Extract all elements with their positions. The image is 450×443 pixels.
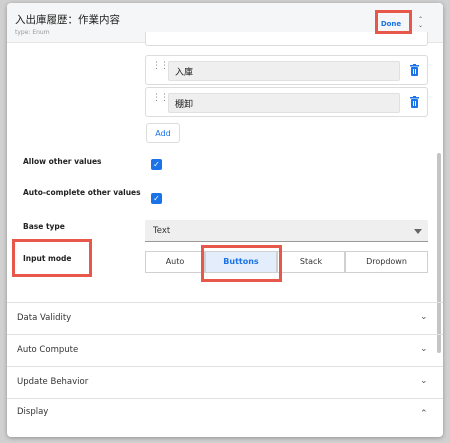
base-type-label: Base type (23, 222, 65, 231)
input-mode-dropdown[interactable]: Dropdown (345, 251, 428, 273)
value-row-partial (145, 32, 428, 46)
done-button[interactable]: Done (380, 18, 402, 29)
chevron-up-icon[interactable]: ⌃ (420, 409, 428, 419)
base-type-value: Text (153, 226, 171, 236)
allow-other-label: Allow other values (23, 157, 102, 166)
drag-handle-icon[interactable]: ⋮⋮ (152, 94, 169, 107)
section-auto-compute[interactable]: Auto Compute (17, 345, 78, 355)
value-row: ⋮⋮ 入庫 (145, 55, 428, 85)
dropdown-caret-icon (414, 229, 422, 234)
allow-other-checkbox[interactable]: ✓ (151, 159, 162, 170)
trash-icon[interactable] (410, 96, 419, 108)
section-data-validity[interactable]: Data Validity (17, 313, 71, 323)
divider (7, 366, 443, 367)
base-type-select[interactable]: Text (145, 220, 428, 242)
input-mode-buttons[interactable]: Buttons (205, 251, 277, 273)
column-type: type: Enum (15, 29, 50, 36)
autocomplete-label: Auto-complete other values (23, 188, 141, 197)
trash-icon[interactable] (410, 64, 419, 76)
section-update-behavior[interactable]: Update Behavior (17, 377, 88, 387)
divider (7, 398, 443, 399)
input-mode-stack[interactable]: Stack (277, 251, 345, 273)
add-value-button[interactable]: Add (146, 123, 180, 143)
chevron-down-icon[interactable]: ⌄ (420, 376, 428, 386)
section-display[interactable]: Display (17, 407, 48, 417)
value-row: ⋮⋮ 棚卸 (145, 87, 428, 117)
collapse-toggle-icon[interactable]: ⌃ ⌄ (417, 17, 424, 30)
input-mode-label: Input mode (23, 254, 72, 263)
chevron-down-icon[interactable]: ⌄ (420, 312, 428, 322)
autocomplete-checkbox[interactable]: ✓ (151, 193, 162, 204)
drag-handle-icon[interactable]: ⋮⋮ (152, 62, 169, 75)
column-editor-dialog: 入出庫履歴：作業内容 type: Enum Done ⌃ ⌄ ⋮⋮ 入庫 ⋮⋮ 棚… (7, 3, 443, 437)
divider (7, 334, 443, 335)
column-title: 入出庫履歴：作業内容 (15, 14, 120, 26)
input-mode-auto[interactable]: Auto (145, 251, 205, 273)
scrollbar[interactable] (437, 153, 441, 353)
chevron-down-icon[interactable]: ⌄ (420, 344, 428, 354)
divider (7, 302, 443, 303)
value-input[interactable]: 入庫 (168, 61, 400, 81)
value-input[interactable]: 棚卸 (168, 93, 400, 113)
